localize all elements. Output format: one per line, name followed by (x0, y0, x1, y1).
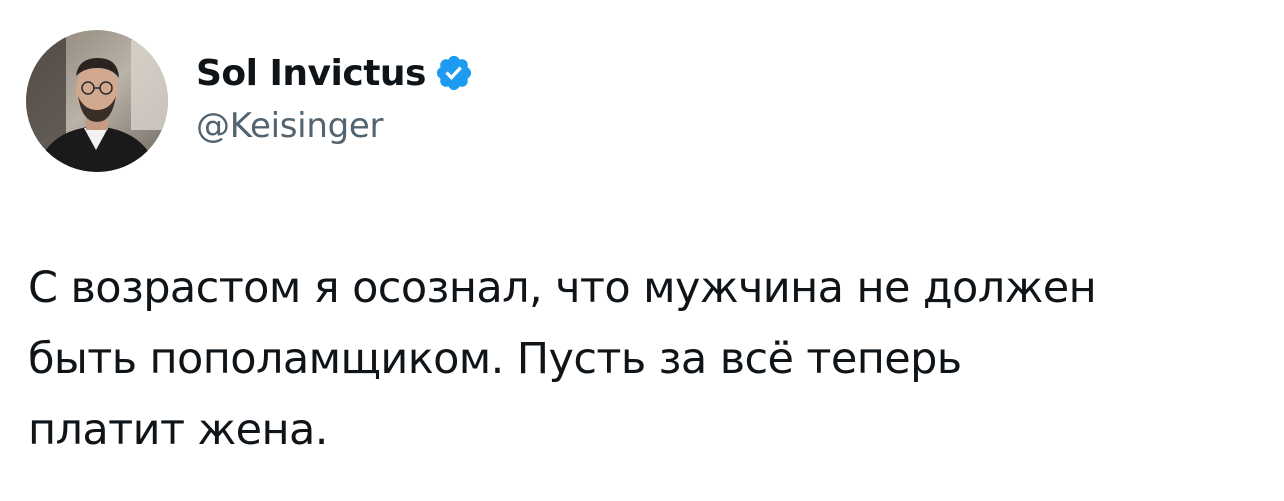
verified-badge-icon[interactable] (434, 53, 474, 93)
name-row: Sol Invictus (196, 50, 474, 96)
author-handle[interactable]: @Keisinger (196, 106, 474, 146)
avatar[interactable] (26, 30, 168, 172)
author-display-name[interactable]: Sol Invictus (196, 53, 426, 94)
avatar-image (26, 30, 168, 172)
tweet-card: Sol Invictus @Keisinger С возрастом я ос… (0, 0, 1284, 501)
tweet-text: С возрастом я осознал, что мужчина не до… (28, 263, 1097, 455)
tweet-header: Sol Invictus @Keisinger (26, 30, 474, 172)
author-info: Sol Invictus @Keisinger (196, 50, 474, 146)
